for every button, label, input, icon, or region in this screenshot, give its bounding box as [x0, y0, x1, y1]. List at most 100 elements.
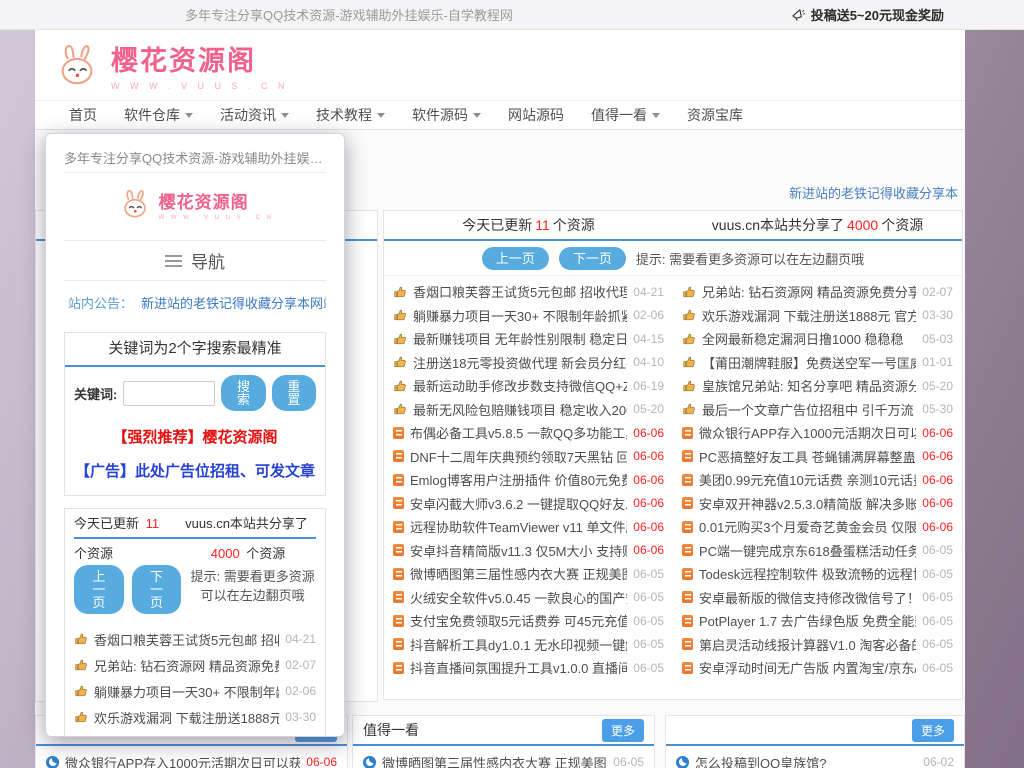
resource-title[interactable]: 微博晒图第三届性感内衣大赛 正规美图等你欣赏 [382, 753, 607, 768]
resource-title[interactable]: 0.01元购买3个月爱奇艺黄金会员 仅限京东白 [699, 517, 916, 536]
recommend-ad-link[interactable]: 【强烈推荐】樱花资源阁 [65, 426, 325, 447]
resource-list-item[interactable]: 0.01元购买3个月爱奇艺黄金会员 仅限京东白 06-06 [682, 515, 953, 539]
resource-title[interactable]: 抖音直播间氛围提升工具v1.0.0 直播间自动发 [410, 658, 627, 677]
resource-list-item[interactable]: 兄弟站: 钻石资源网 精品资源免费分享基地 02-07 [682, 280, 953, 304]
resource-title[interactable]: 躺赚暴力项目一天30+ 不限制年龄抓紧上 [94, 682, 279, 701]
resource-list-item[interactable]: 抖音直播间氛围提升工具v1.0.0 直播间自动发 06-05 [393, 656, 664, 680]
bottom-list-item[interactable]: 怎么投稿到QQ皇族馆? 06-02 [666, 746, 964, 768]
resource-list-item[interactable]: 火绒安全软件v5.0.45 一款良心的国产安全软件 06-05 [393, 586, 664, 610]
resource-list-item[interactable]: 躺赚暴力项目一天30+ 不限制年龄抓紧上 02-06 [74, 678, 316, 704]
resource-list-item[interactable]: 欢乐游戏漏洞 下载注册送1888元 官方合 03-30 [74, 704, 316, 730]
resource-title[interactable]: PC恶搞整好友工具 苍蝇铺满屏幕整蛊专家 效 [699, 447, 916, 466]
resource-title[interactable]: 香烟口粮芙蓉王试货5元包邮 招收代理 [413, 282, 627, 301]
nav-item[interactable]: 软件源码 [412, 105, 481, 125]
resource-title[interactable]: 最新赚钱项目 无年龄性别限制 稳定日撸 [94, 734, 279, 738]
resource-title[interactable]: 抖音解析工具dy1.0.1 无水印视频一键解析软件 [410, 635, 627, 654]
resource-list-item[interactable]: 安卓最新版的微信支持修改微信号了！ IOS版 06-05 [682, 586, 953, 610]
resource-title[interactable]: 全网最新稳定漏洞日撸1000 稳稳稳 [702, 329, 916, 348]
resource-title[interactable]: 躺赚暴力项目一天30+ 不限制年龄抓紧上车 [413, 306, 627, 325]
resource-list-item[interactable]: 抖音解析工具dy1.0.1 无水印视频一键解析软件 06-05 [393, 633, 664, 657]
resource-title[interactable]: 兄弟站: 钻石资源网 精品资源免费分享基地 [702, 282, 916, 301]
nav-item[interactable]: 网站源码 [508, 105, 564, 125]
resource-title[interactable]: DNF十二周年庆典预约领取7天黑钻 回归用户 [410, 447, 627, 466]
announcement-marquee[interactable]: 新进站的老铁记得收藏分享本 [789, 183, 958, 202]
resource-list-item[interactable]: Emlog博客用户注册插件 价值80元免费分享 06-06 [393, 468, 664, 492]
resource-title[interactable]: PotPlayer 1.7 去广告绿色版 免费全能影音播 [699, 611, 916, 630]
resource-list-item[interactable]: 【莆田潮牌鞋服】免费送空军一号匡威1970s 01-01 [682, 351, 953, 375]
resource-list-item[interactable]: 最新运动助手修改步数支持微信QQ+ZFB步 06-19 [393, 374, 664, 398]
more-button[interactable]: 更多 [912, 719, 954, 742]
keyword-input[interactable] [123, 381, 215, 406]
nav-item[interactable]: 资源宝库 [687, 105, 743, 125]
resource-list-item[interactable]: PotPlayer 1.7 去广告绿色版 免费全能影音播 06-05 [682, 609, 953, 633]
announcement-text[interactable]: 新进站的老铁记得收藏分享本网站哦！ [141, 295, 326, 313]
resource-list-item[interactable]: 最后一个文章广告位招租中 引千万流 聚八方 05-30 [682, 398, 953, 422]
bottom-list-item[interactable]: 微众银行APP存入1000元活期次日可以获得无门 06-06 [36, 746, 347, 768]
resource-title[interactable]: PC端一键完成京东618叠蛋糕活动任务工具 [699, 541, 916, 560]
ad-slot-link[interactable]: 【广告】此处广告位招租、可发文章 [65, 460, 325, 481]
resource-list-item[interactable]: 第启灵活动线报计算器V1.0 淘客必备的一款软 06-05 [682, 633, 953, 657]
resource-title[interactable]: 远程协助软件TeamViewer v11 单文件版 方便 [410, 517, 627, 536]
resource-list-item[interactable]: 布偶必备工具v5.8.5 一款QQ多功能工具软件 06-06 [393, 421, 664, 445]
resource-title[interactable]: 安卓最新版的微信支持修改微信号了！ IOS版 [699, 588, 916, 607]
resource-title[interactable]: 最新无风险包赔赚钱项目 稳定收入200-500元 [413, 400, 627, 419]
resource-list-item[interactable]: 安卓双开神器v2.5.3.0精简版 解决多账号切换 06-06 [682, 492, 953, 516]
resource-list-item[interactable]: 香烟口粮芙蓉王试货5元包邮 招收代理 04-21 [74, 626, 316, 652]
resource-list-item[interactable]: 最新赚钱项目 无年龄性别限制 稳定日撸300+ 04-15 [393, 327, 664, 351]
resource-title[interactable]: 兄弟站: 钻石资源网 精品资源免费分享基 [94, 656, 279, 675]
resource-title[interactable]: Todesk远程控制软件 极致流畅的远程协助工具 [699, 564, 916, 583]
resource-title[interactable]: 微众银行APP存入1000元活期次日可以获得无 [699, 423, 916, 442]
resource-list-item[interactable]: 安卓闪截大师v3.6.2 一键提取QQ好友发的闪照 06-06 [393, 492, 664, 516]
resource-list-item[interactable]: DNF十二周年庆典预约领取7天黑钻 回归用户 06-06 [393, 445, 664, 469]
nav-item[interactable]: 活动资讯 [220, 105, 289, 125]
resource-title[interactable]: 香烟口粮芙蓉王试货5元包邮 招收代理 [94, 630, 279, 649]
resource-title[interactable]: 皇族馆兄弟站: 知名分享吧 精品资源分享基地 [702, 376, 916, 395]
resource-title[interactable]: 第启灵活动线报计算器V1.0 淘客必备的一款软 [699, 635, 916, 654]
reset-button[interactable]: 重置 [272, 375, 316, 411]
resource-title[interactable]: Emlog博客用户注册插件 价值80元免费分享 [410, 470, 627, 489]
resource-title[interactable]: 欢乐游戏漏洞 下载注册送1888元 官方合 [94, 708, 279, 727]
resource-list-item[interactable]: Todesk远程控制软件 极致流畅的远程协助工具 06-05 [682, 562, 953, 586]
resource-title[interactable]: 布偶必备工具v5.8.5 一款QQ多功能工具软件 [410, 423, 627, 442]
nav-item[interactable]: 首页 [69, 105, 97, 125]
resource-title[interactable]: 火绒安全软件v5.0.45 一款良心的国产安全软件 [410, 588, 627, 607]
popup-nav-toggle[interactable]: 导航 [64, 240, 326, 281]
nav-item[interactable]: 软件仓库 [124, 105, 193, 125]
next-page-button[interactable]: 下一页 [132, 565, 182, 614]
resource-title[interactable]: 安卓抖音精简版v11.3 仅5M大小 支持账号登录 [410, 541, 627, 560]
resource-title[interactable]: 安卓双开神器v2.5.3.0精简版 解决多账号切换 [699, 494, 916, 513]
resource-list-item[interactable]: 兄弟站: 钻石资源网 精品资源免费分享基 02-07 [74, 652, 316, 678]
resource-list-item[interactable]: 微博晒图第三届性感内衣大赛 正规美图等你欣 06-05 [393, 562, 664, 586]
resource-title[interactable]: 最新赚钱项目 无年龄性别限制 稳定日撸300+ [413, 329, 627, 348]
resource-list-item[interactable]: 躺赚暴力项目一天30+ 不限制年龄抓紧上车 02-06 [393, 304, 664, 328]
resource-title[interactable]: 支付宝免费领取5元话费券 可45元充值三网50 [410, 611, 627, 630]
resource-list-item[interactable]: 美团0.99元充值10元话费 亲测10元话费秒到 06-06 [682, 468, 953, 492]
site-logo[interactable]: 樱花资源阁 W W W . V U U S . C N [51, 39, 289, 91]
submission-reward-link[interactable]: 投稿送5~20元现金奖励 [791, 5, 944, 24]
resource-list-item[interactable]: 最新无风险包赔赚钱项目 稳定收入200-500元 05-20 [393, 398, 664, 422]
search-button[interactable]: 搜索 [221, 375, 265, 411]
bottom-list-item[interactable]: 微博晒图第三届性感内衣大赛 正规美图等你欣赏 06-05 [353, 746, 654, 768]
resource-list-item[interactable]: 远程协助软件TeamViewer v11 单文件版 方便 06-06 [393, 515, 664, 539]
resource-list-item[interactable]: 香烟口粮芙蓉王试货5元包邮 招收代理 04-21 [393, 280, 664, 304]
resource-list-item[interactable]: 欢乐游戏漏洞 下载注册送1888元 官方合作 03-30 [682, 304, 953, 328]
popup-site-logo[interactable]: 樱花资源阁 W W W . V U U S . C N [64, 181, 326, 227]
resource-title[interactable]: 最新运动助手修改步数支持微信QQ+ZFB步 [413, 376, 627, 395]
next-page-button[interactable]: 下一页 [559, 247, 626, 270]
resource-list-item[interactable]: 安卓抖音精简版v11.3 仅5M大小 支持账号登录 06-06 [393, 539, 664, 563]
resource-title[interactable]: 安卓闪截大师v3.6.2 一键提取QQ好友发的闪照 [410, 494, 627, 513]
prev-page-button[interactable]: 上一页 [74, 565, 124, 614]
resource-title[interactable]: 欢乐游戏漏洞 下载注册送1888元 官方合作 [702, 306, 916, 325]
resource-list-item[interactable]: 支付宝免费领取5元话费券 可45元充值三网50 06-05 [393, 609, 664, 633]
prev-page-button[interactable]: 上一页 [482, 247, 549, 270]
nav-item[interactable]: 技术教程 [316, 105, 385, 125]
resource-list-item[interactable]: PC恶搞整好友工具 苍蝇铺满屏幕整蛊专家 效 06-06 [682, 445, 953, 469]
resource-list-item[interactable]: 微众银行APP存入1000元活期次日可以获得无 06-06 [682, 421, 953, 445]
more-button[interactable]: 更多 [602, 719, 644, 742]
resource-list-item[interactable]: 皇族馆兄弟站: 知名分享吧 精品资源分享基地 05-20 [682, 374, 953, 398]
resource-title[interactable]: 最后一个文章广告位招租中 引千万流 聚八方 [702, 400, 916, 419]
resource-title[interactable]: 美团0.99元充值10元话费 亲测10元话费秒到 [699, 470, 916, 489]
resource-list-item[interactable]: 全网最新稳定漏洞日撸1000 稳稳稳 05-03 [682, 327, 953, 351]
resource-title[interactable]: 注册送18元零投资做代理 新会员分红存1000 [413, 353, 627, 372]
resource-title[interactable]: 微博晒图第三届性感内衣大赛 正规美图等你欣 [410, 564, 627, 583]
